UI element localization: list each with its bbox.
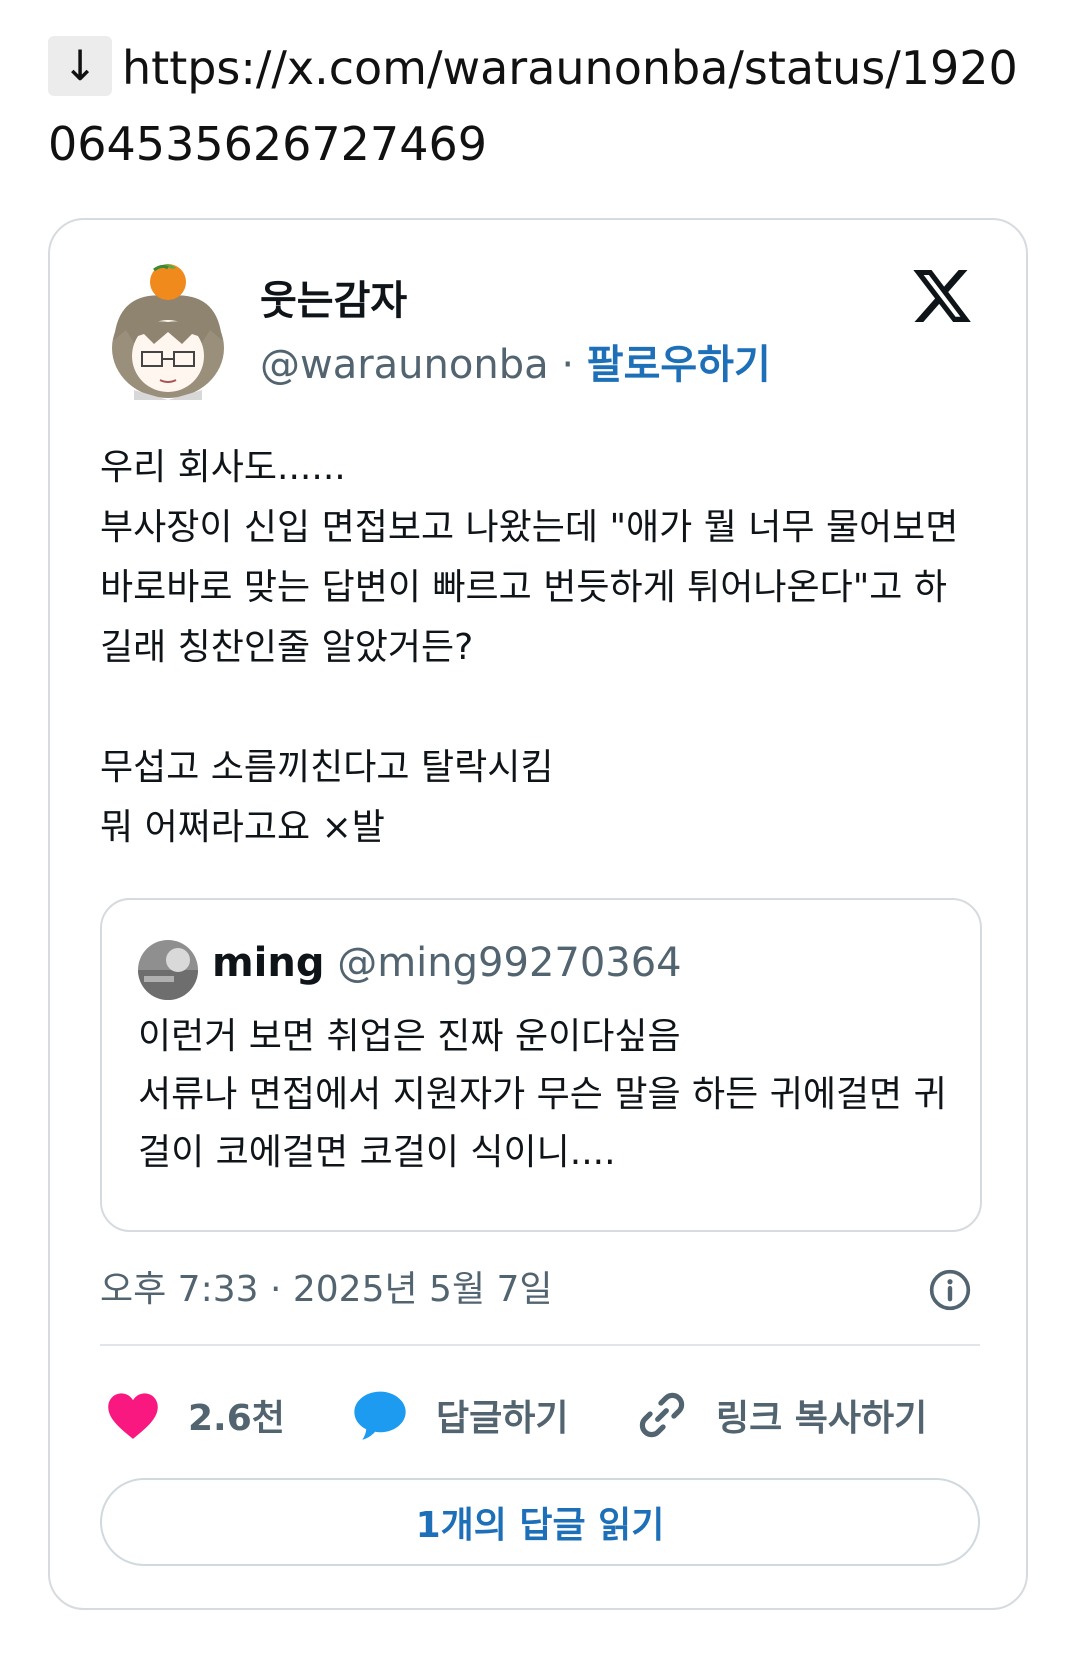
divider	[100, 1344, 980, 1346]
action-bar: 2.6천 답글하기 링크 복사하기	[100, 1370, 980, 1460]
down-arrow-icon: ↓	[48, 36, 112, 96]
speech-bubble-icon	[354, 1391, 406, 1440]
quoted-tweet[interactable]: ming @ming99270364 이런거 보면 취업은 진짜 운이다싶음 서…	[100, 898, 982, 1232]
quote-text: 이런거 보면 취업은 진짜 운이다싶음 서류나 면접에서 지원자가 무슨 말을 …	[138, 1016, 947, 1173]
status-url-link[interactable]: https://x.com/waraunonba/status/19200645…	[48, 41, 1018, 171]
copy-link-button[interactable]: 링크 복사하기	[636, 1370, 927, 1460]
avatar[interactable]	[104, 260, 232, 400]
follow-button[interactable]: 팔로우하기	[587, 342, 771, 388]
tweet-text: 우리 회사도...... 부사장이 신입 면접보고 나왔는데 "애가 뭘 너무 …	[100, 447, 959, 848]
link-icon	[639, 1392, 685, 1438]
user-handle[interactable]: @waraunonba	[260, 342, 549, 388]
copy-link-label: 링크 복사하기	[716, 1398, 928, 1439]
reply-button[interactable]: 답글하기	[352, 1370, 568, 1460]
quote-handle: @ming99270364	[337, 940, 682, 986]
display-name[interactable]: 웃는감자	[260, 268, 407, 326]
separator-dot: ·	[561, 342, 575, 388]
embedded-tweet-card: 웃는감자 @waraunonba · 팔로우하기 우리 회사도...... 부사…	[48, 218, 1028, 1610]
quote-avatar	[138, 940, 198, 1000]
x-logo-icon[interactable]	[910, 264, 974, 328]
heart-icon	[108, 1393, 158, 1439]
read-replies-button[interactable]: 1개의 답글 읽기	[100, 1478, 980, 1566]
reply-label: 답글하기	[436, 1398, 569, 1439]
tweet-timestamp[interactable]: 오후 7:33 · 2025년 5월 7일	[100, 1260, 553, 1312]
url-text-block: ↓ https://x.com/waraunonba/status/1920064…	[48, 30, 1038, 182]
like-count: 2.6천	[188, 1398, 285, 1439]
handle-row: @waraunonba · 팔로우하기	[260, 332, 771, 390]
info-icon[interactable]	[928, 1268, 972, 1312]
quote-display-name: ming	[212, 940, 325, 986]
quote-header: ming @ming99270364	[212, 940, 682, 986]
like-button[interactable]: 2.6천	[106, 1370, 285, 1460]
